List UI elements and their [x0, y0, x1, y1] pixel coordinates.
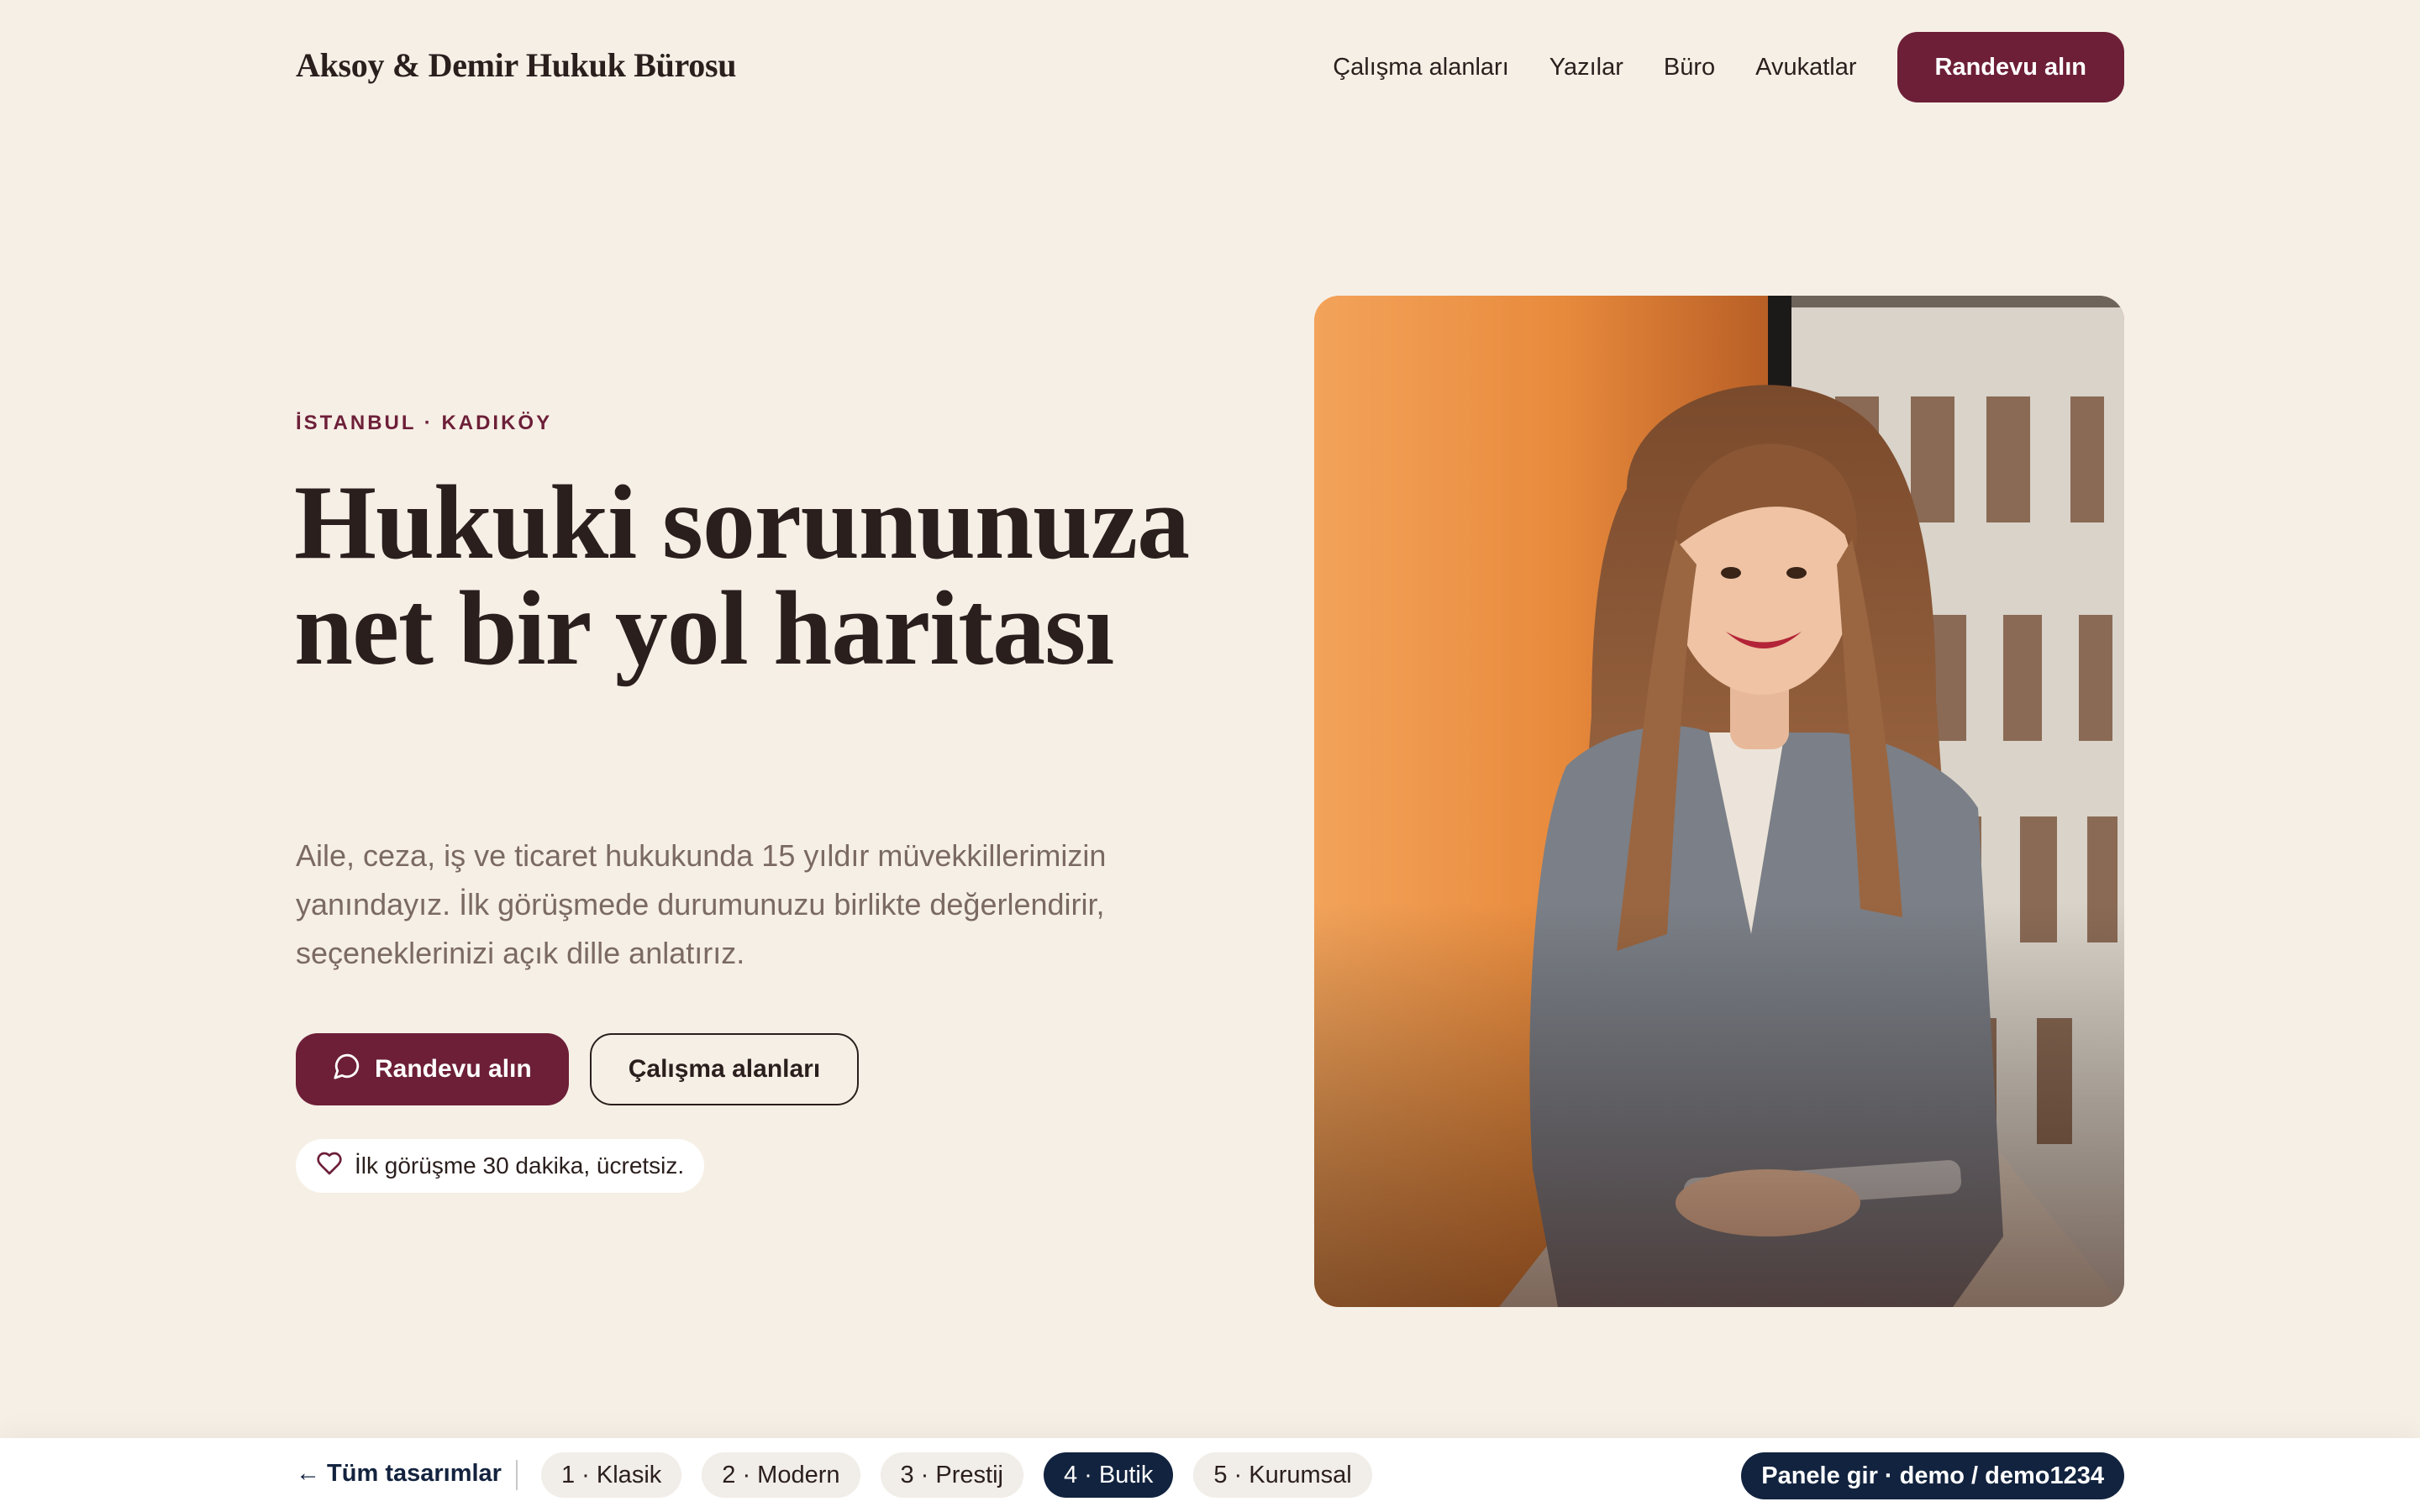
- hero-appointment-button[interactable]: Randevu alın: [296, 1033, 569, 1105]
- heart-icon: [316, 1150, 343, 1183]
- brand-logo[interactable]: Aksoy & Demir Hukuk Bürosu: [296, 45, 737, 85]
- free-consultation-badge: İlk görüşme 30 dakika, ücretsiz.: [296, 1139, 705, 1193]
- location-eyebrow: İSTANBUL · KADIKÖY: [296, 412, 553, 434]
- main-nav: Çalışma alanları Yazılar Büro Avukatlar …: [1333, 32, 2124, 102]
- lawyer-portrait-photo: [1314, 296, 2124, 1307]
- bottombar-divider: [516, 1460, 518, 1490]
- design-tabs: 1 · Klasik 2 · Modern 3 · Prestij 4 · Bu…: [541, 1452, 1372, 1498]
- tab-klasik[interactable]: 1 · Klasik: [541, 1452, 682, 1498]
- nav-link-practice-areas[interactable]: Çalışma alanları: [1333, 54, 1509, 81]
- free-consultation-text: İlk görüşme 30 dakika, ücretsiz.: [355, 1152, 685, 1179]
- tab-kurumsal[interactable]: 5 · Kurumsal: [1193, 1452, 1372, 1498]
- chat-bubble-icon: [333, 1052, 361, 1087]
- hero-appointment-label: Randevu alın: [375, 1055, 532, 1083]
- tab-prestij[interactable]: 3 · Prestij: [880, 1452, 1023, 1498]
- nav-link-lawyers[interactable]: Avukatlar: [1755, 54, 1856, 81]
- hero-headline: Hukuki sorununuza net bir yol haritası: [294, 465, 1190, 687]
- header-appointment-button[interactable]: Randevu alın: [1897, 32, 2124, 102]
- hero-practice-areas-button[interactable]: Çalışma alanları: [589, 1033, 860, 1105]
- nav-link-articles[interactable]: Yazılar: [1549, 54, 1623, 81]
- tab-butik[interactable]: 4 · Butik: [1043, 1452, 1174, 1498]
- hero-lead: Aile, ceza, iş ve ticaret hukukunda 15 y…: [296, 838, 1107, 970]
- page: Aksoy & Demir Hukuk Bürosu Çalışma alanl…: [0, 0, 2420, 1512]
- tab-modern[interactable]: 2 · Modern: [702, 1452, 860, 1498]
- panel-login-button[interactable]: Panele gir · demo / demo1234: [1741, 1452, 2124, 1499]
- hero-buttons: Randevu alın Çalışma alanları: [296, 1033, 860, 1105]
- nav-link-office[interactable]: Büro: [1664, 54, 1715, 81]
- all-designs-link[interactable]: ← Tüm tasarımlar: [296, 1460, 502, 1488]
